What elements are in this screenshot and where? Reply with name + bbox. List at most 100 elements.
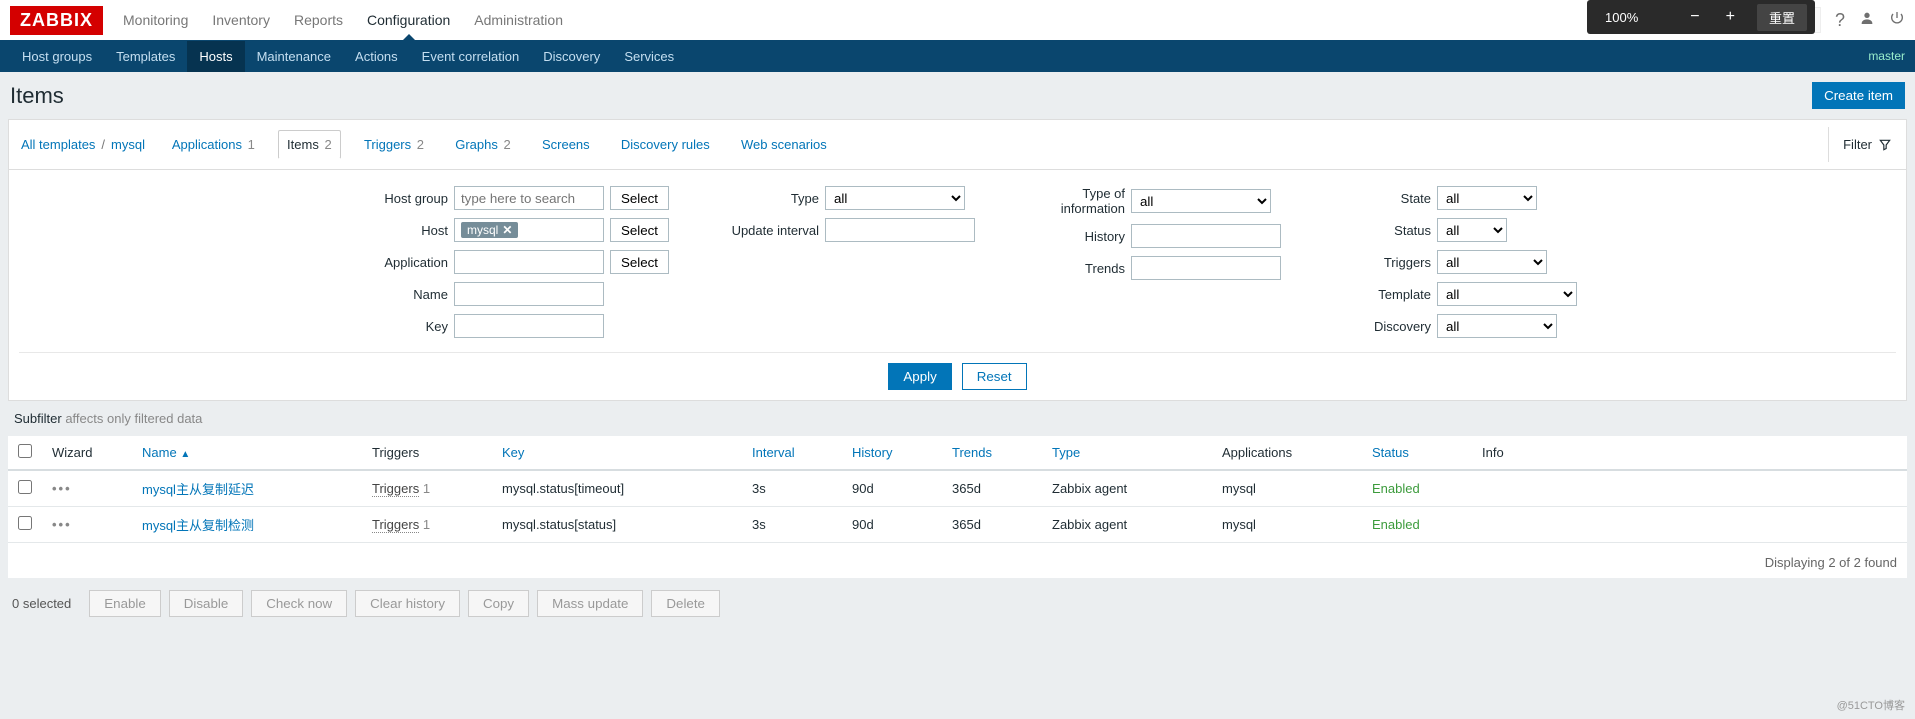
bc-host[interactable]: mysql bbox=[111, 137, 145, 152]
subnav-services[interactable]: Services bbox=[612, 41, 686, 72]
th-status[interactable]: Status bbox=[1362, 436, 1472, 470]
select-state[interactable]: all bbox=[1437, 186, 1537, 210]
th-applications: Applications bbox=[1212, 436, 1362, 470]
input-name[interactable] bbox=[454, 282, 604, 306]
wizard-menu-icon[interactable]: ••• bbox=[52, 517, 72, 532]
tab-discovery-rules[interactable]: Discovery rules bbox=[613, 131, 718, 158]
select-host-group-button[interactable]: Select bbox=[610, 186, 669, 210]
bulk-disable-button[interactable]: Disable bbox=[169, 590, 243, 617]
input-history[interactable] bbox=[1131, 224, 1281, 248]
subnav-discovery[interactable]: Discovery bbox=[531, 41, 612, 72]
row-interval: 3s bbox=[742, 507, 842, 543]
select-type-of-info[interactable]: all bbox=[1131, 189, 1271, 213]
row-checkbox[interactable] bbox=[18, 480, 32, 494]
zoom-out-icon[interactable]: − bbox=[1686, 8, 1703, 26]
zoom-in-icon[interactable]: + bbox=[1722, 8, 1739, 26]
bulk-check-now-button[interactable]: Check now bbox=[251, 590, 347, 617]
subnav-actions[interactable]: Actions bbox=[343, 41, 410, 72]
subnav-maintenance[interactable]: Maintenance bbox=[245, 41, 343, 72]
row-triggers-link[interactable]: Triggers bbox=[372, 481, 419, 497]
subnav-templates[interactable]: Templates bbox=[104, 41, 187, 72]
th-key[interactable]: Key bbox=[492, 436, 742, 470]
row-status-link[interactable]: Enabled bbox=[1372, 481, 1420, 496]
tab-screens[interactable]: Screens bbox=[534, 131, 598, 158]
topbar-right: 100% − + 重置 ? bbox=[1741, 7, 1905, 33]
label-triggers: Triggers bbox=[1321, 255, 1431, 270]
label-host: Host bbox=[338, 223, 448, 238]
row-status-link[interactable]: Enabled bbox=[1372, 517, 1420, 532]
topnav-monitoring[interactable]: Monitoring bbox=[123, 12, 188, 28]
input-host-group[interactable] bbox=[454, 186, 604, 210]
sort-asc-icon: ▲ bbox=[180, 449, 190, 460]
row-trends: 365d bbox=[942, 507, 1042, 543]
tab-graphs[interactable]: Graphs 2 bbox=[447, 131, 519, 158]
power-icon[interactable] bbox=[1889, 10, 1905, 31]
select-application-button[interactable]: Select bbox=[610, 250, 669, 274]
label-name: Name bbox=[338, 287, 448, 302]
tab-items[interactable]: Items 2 bbox=[278, 130, 341, 159]
th-history[interactable]: History bbox=[842, 436, 942, 470]
th-interval[interactable]: Interval bbox=[742, 436, 842, 470]
topnav-configuration[interactable]: Configuration bbox=[367, 12, 450, 28]
select-triggers[interactable]: all bbox=[1437, 250, 1547, 274]
select-host-button[interactable]: Select bbox=[610, 218, 669, 242]
row-triggers-link[interactable]: Triggers bbox=[372, 517, 419, 533]
row-key: mysql.status[timeout] bbox=[492, 470, 742, 507]
breadcrumb-bar: All templates / mysql Applications 1 Ite… bbox=[8, 119, 1907, 170]
select-status[interactable]: all bbox=[1437, 218, 1507, 242]
select-template[interactable]: all bbox=[1437, 282, 1577, 306]
bulk-clear-history-button[interactable]: Clear history bbox=[355, 590, 460, 617]
label-status: Status bbox=[1321, 223, 1431, 238]
bulk-delete-button[interactable]: Delete bbox=[651, 590, 720, 617]
label-discovery: Discovery bbox=[1321, 319, 1431, 334]
input-trends[interactable] bbox=[1131, 256, 1281, 280]
top-bar: ZABBIX Monitoring Inventory Reports Conf… bbox=[0, 0, 1915, 40]
topnav-reports[interactable]: Reports bbox=[294, 12, 343, 28]
wizard-menu-icon[interactable]: ••• bbox=[52, 481, 72, 496]
item-name-link[interactable]: mysql主从复制延迟 bbox=[142, 482, 254, 497]
row-type: Zabbix agent bbox=[1042, 507, 1212, 543]
row-checkbox[interactable] bbox=[18, 516, 32, 530]
page-title: Items bbox=[10, 83, 64, 109]
help-icon[interactable]: ? bbox=[1835, 10, 1845, 31]
subnav-host-groups[interactable]: Host groups bbox=[10, 41, 104, 72]
th-name[interactable]: Name ▲ bbox=[132, 436, 362, 470]
input-host[interactable]: mysql✕ bbox=[454, 218, 604, 242]
host-tag: mysql✕ bbox=[461, 222, 518, 238]
row-interval: 3s bbox=[742, 470, 842, 507]
bc-all-templates[interactable]: All templates bbox=[21, 137, 95, 152]
select-discovery[interactable]: all bbox=[1437, 314, 1557, 338]
user-icon[interactable] bbox=[1859, 10, 1875, 31]
subnav-event-correlation[interactable]: Event correlation bbox=[410, 41, 532, 72]
input-application[interactable] bbox=[454, 250, 604, 274]
row-triggers-count: 1 bbox=[423, 481, 430, 496]
bulk-enable-button[interactable]: Enable bbox=[89, 590, 161, 617]
reset-button[interactable]: Reset bbox=[962, 363, 1027, 390]
filter-toggle[interactable]: Filter bbox=[1828, 127, 1906, 162]
filter-panel: Host group Select Host mysql✕ Select App… bbox=[8, 170, 1907, 401]
tab-applications[interactable]: Applications 1 bbox=[164, 131, 263, 158]
tab-web-scenarios[interactable]: Web scenarios bbox=[733, 131, 835, 158]
row-applications: mysql bbox=[1212, 507, 1362, 543]
bulk-mass-update-button[interactable]: Mass update bbox=[537, 590, 643, 617]
bulk-copy-button[interactable]: Copy bbox=[468, 590, 529, 617]
select-type[interactable]: all bbox=[825, 186, 965, 210]
topnav-administration[interactable]: Administration bbox=[474, 12, 563, 28]
create-item-button[interactable]: Create item bbox=[1812, 82, 1905, 109]
remove-tag-icon[interactable]: ✕ bbox=[502, 223, 512, 237]
input-key[interactable] bbox=[454, 314, 604, 338]
watermark: @51CTO博客 bbox=[1837, 697, 1905, 713]
tab-triggers[interactable]: Triggers 2 bbox=[356, 131, 432, 158]
input-update-interval[interactable] bbox=[825, 218, 975, 242]
zoom-reset-button[interactable]: 重置 bbox=[1757, 4, 1807, 31]
top-nav: Monitoring Inventory Reports Configurati… bbox=[123, 12, 563, 28]
topnav-inventory[interactable]: Inventory bbox=[212, 12, 270, 28]
th-type[interactable]: Type bbox=[1042, 436, 1212, 470]
subnav-hosts[interactable]: Hosts bbox=[187, 41, 244, 72]
apply-button[interactable]: Apply bbox=[888, 363, 951, 390]
th-trends[interactable]: Trends bbox=[942, 436, 1042, 470]
item-name-link[interactable]: mysql主从复制检测 bbox=[142, 518, 254, 533]
select-all-checkbox[interactable] bbox=[18, 444, 32, 458]
row-applications: mysql bbox=[1212, 470, 1362, 507]
bulk-actions: 0 selected Enable Disable Check now Clea… bbox=[0, 578, 1915, 629]
